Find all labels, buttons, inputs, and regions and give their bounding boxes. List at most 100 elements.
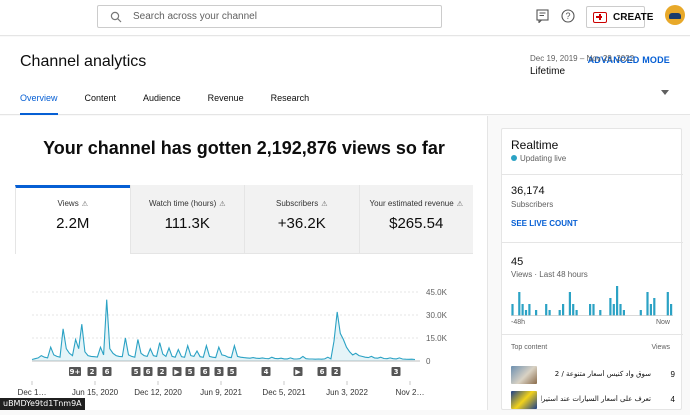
live-status: Updating live <box>511 154 566 163</box>
date-range-selector[interactable]: Dec 19, 2019 – Nov 29, 2022 Lifetime <box>530 54 634 77</box>
annotation-marker-label: 4 <box>264 368 269 376</box>
series-line <box>31 299 416 361</box>
x-tick-label: Dec 5, 2021 <box>262 388 306 397</box>
avatar[interactable] <box>665 5 685 25</box>
see-live-count-link[interactable]: SEE LIVE COUNT <box>511 219 578 228</box>
metric-label: Watch time (hours) <box>148 199 217 208</box>
video-title: تعرف على أسعار السيارات عند استيراد من ف… <box>541 395 651 403</box>
create-button[interactable]: CREATE <box>586 6 653 28</box>
tab-bar: Overview Content Audience Revenue Resear… <box>20 93 336 115</box>
warning-icon: ⚠ <box>321 201 328 208</box>
realtime-bar <box>518 292 521 316</box>
divider <box>502 174 683 175</box>
live-dot-icon <box>511 155 517 161</box>
y-tick-label: 30.0K <box>426 311 448 320</box>
svg-text:?: ? <box>565 11 570 21</box>
video-views: 4 <box>670 395 675 404</box>
metric-card-watch-time[interactable]: Watch time (hours) ⚠ 111.3K <box>129 185 244 254</box>
annotation-marker-label: 3 <box>394 368 399 376</box>
x-tick-label: Jun 9, 2021 <box>200 388 242 397</box>
tab-revenue[interactable]: Revenue <box>208 93 244 115</box>
realtime-bar <box>572 304 575 316</box>
page-title: Channel analytics <box>20 53 147 70</box>
annotation-marker-label: 5 <box>230 368 235 376</box>
create-label: CREATE <box>613 12 654 23</box>
warning-icon: ⚠ <box>81 201 88 208</box>
annotation-marker-label: 2 <box>334 368 339 376</box>
realtime-bar <box>568 292 571 316</box>
y-tick-label: 0 <box>426 357 431 366</box>
metric-card-subscribers[interactable]: Subscribers ⚠ +36.2K <box>244 185 359 254</box>
realtime-bar <box>612 304 615 316</box>
x-tick-label: Nov 2… <box>396 388 425 397</box>
y-tick-label: 45.0K <box>426 288 448 297</box>
metric-label: Your estimated revenue <box>369 199 454 208</box>
annotation-marker-label: 9+ <box>70 368 81 376</box>
metric-value: $265.54 <box>389 215 444 232</box>
tab-research[interactable]: Research <box>271 93 310 115</box>
x-tick-label: Jun 3, 2022 <box>326 388 368 397</box>
search-input[interactable]: Search across your channel <box>97 5 442 28</box>
search-placeholder: Search across your channel <box>133 11 257 22</box>
realtime-bar <box>528 304 531 316</box>
metric-label: Subscribers <box>275 199 319 208</box>
range-label: Lifetime <box>530 66 566 77</box>
video-title: سوق واد كنيس أسعار متنوعة / 2 <box>554 370 651 378</box>
realtime-bar <box>619 304 622 316</box>
divider <box>502 242 683 243</box>
annotation-marker-label: 5 <box>188 368 193 376</box>
realtime-bar <box>545 304 548 316</box>
top-content-item[interactable]: سوق واد كنيس أسعار متنوعة / 2 9 <box>511 366 677 386</box>
metric-value: 111.3K <box>164 215 210 232</box>
live-status-text: Updating live <box>520 154 567 163</box>
realtime-bar <box>592 304 595 316</box>
views-chart[interactable]: 45.0K 30.0K 15.0K 0 9+ 2 6 5 6 2 ▶ 5 6 3 5 4 ▶ 6 2 3 Dec 1… J… <box>15 254 473 410</box>
chevron-down-icon[interactable] <box>661 90 669 95</box>
realtime-card: Realtime Updating live 36,174 Subscriber… <box>501 128 683 411</box>
top-content-item[interactable]: تعرف على أسعار السيارات عند استيراد من ف… <box>511 391 677 411</box>
realtime-bar <box>521 304 524 316</box>
subscriber-count: 36,174 <box>511 185 545 197</box>
metric-card-revenue[interactable]: Your estimated revenue ⚠ $265.54 <box>358 185 473 254</box>
realtime-bar <box>589 304 592 316</box>
views-headline: Your channel has gotten 2,192,876 views … <box>43 138 445 158</box>
realtime-bar <box>670 304 673 316</box>
realtime-bar-chart[interactable] <box>511 284 673 316</box>
annotation-marker-label: 3 <box>217 368 222 376</box>
annotation-marker-label: ▶ <box>295 368 301 376</box>
annotation-marker-label: 6 <box>320 368 325 376</box>
x-tick-label: Jun 15, 2020 <box>72 388 119 397</box>
metric-value: 2.2M <box>56 215 90 232</box>
warning-icon: ⚠ <box>456 201 463 208</box>
warning-icon: ⚠ <box>219 201 226 208</box>
realtime-bar <box>653 298 656 316</box>
video-thumbnail <box>511 366 537 384</box>
annotation-marker-label: 6 <box>203 368 208 376</box>
realtime-views-label: Views · Last 48 hours <box>511 270 588 279</box>
realtime-bar <box>616 286 619 316</box>
divider <box>502 334 683 335</box>
feedback-icon[interactable] <box>536 9 549 23</box>
overview-panel: Your channel has gotten 2,192,876 views … <box>0 116 488 410</box>
annotation-marker-label: 6 <box>105 368 110 376</box>
annotation-marker-label: 5 <box>134 368 139 376</box>
x-tick-label: Dec 12, 2020 <box>134 388 182 397</box>
page-header: Channel analytics ADVANCED MODE Overview… <box>0 37 690 115</box>
annotation-marker-label: ▶ <box>174 368 180 376</box>
realtime-bar <box>562 304 565 316</box>
series-area <box>32 299 415 361</box>
realtime-views-count: 45 <box>511 256 524 268</box>
tab-overview[interactable]: Overview <box>20 93 58 115</box>
metric-cards: Views ⚠ 2.2M Watch time (hours) ⚠ 111.3K S… <box>15 185 473 254</box>
views-chart-svg: 45.0K30.0K15.0K09+ 2 6 5 6 2 ▶ 5 6 3 5 4 ▶ 6 2 3Dec 1… J… <box>18 288 448 397</box>
annotation-marker-label: 2 <box>90 368 95 376</box>
realtime-bar <box>609 298 612 316</box>
tab-audience[interactable]: Audience <box>143 93 181 115</box>
top-bar: Search across your channel ? CREATE <box>0 0 690 36</box>
tab-content[interactable]: Content <box>85 93 117 115</box>
help-icon[interactable]: ? <box>561 9 575 23</box>
metric-card-views[interactable]: Views ⚠ 2.2M <box>15 185 130 254</box>
search-icon <box>110 11 122 23</box>
metric-label: Views <box>57 199 79 208</box>
realtime-bar <box>646 292 649 316</box>
